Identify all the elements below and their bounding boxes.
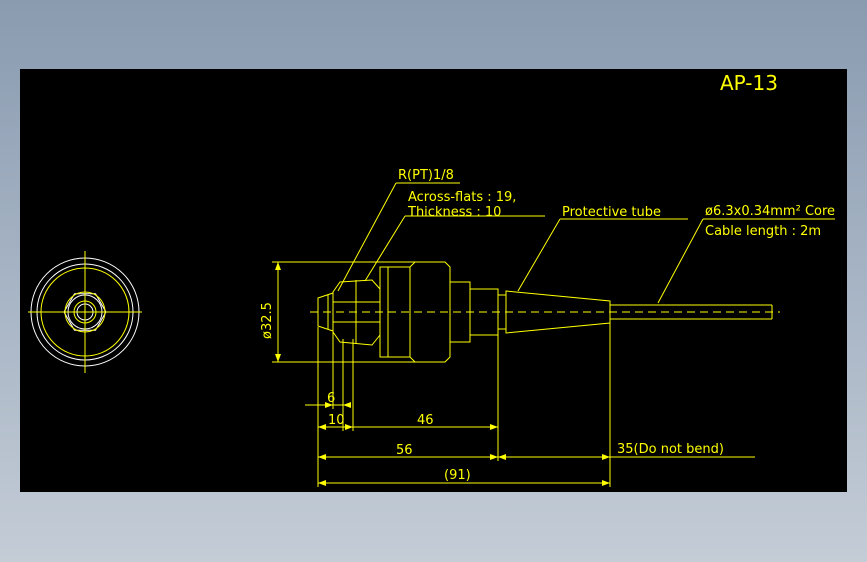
dim-56: 56 <box>396 443 413 458</box>
dim-6: 6 <box>327 391 335 406</box>
drawing-title: AP-13 <box>720 71 778 95</box>
side-view <box>310 261 780 363</box>
dim-35: 35(Do not bend) <box>617 442 724 457</box>
thread-label: R(PT)1/8 <box>398 168 454 183</box>
protective-tube-label: Protective tube <box>562 205 661 220</box>
leaders: R(PT)1/8 Across-flats : 19, Thickness : … <box>337 168 835 304</box>
drawing-canvas: AP-13 R(PT)1/8 Across-flats: 19, Thickn… <box>20 69 847 492</box>
cable-core-label: ø6.3x0.34mm² Core <box>705 204 835 219</box>
end-view <box>28 251 142 373</box>
across-flats-label: Across-flats : 19, <box>408 190 516 205</box>
cable-length-label: Cable length : 2m <box>705 224 821 239</box>
thickness-label: Thickness : 10 <box>407 205 501 220</box>
dim-91: (91) <box>444 468 471 483</box>
dim-diameter: ø32.5 <box>260 302 275 339</box>
dimensions: ø32.5 6 10 46 56 35(Do not bend) (91) <box>260 261 755 487</box>
dim-10: 10 <box>328 413 345 428</box>
dim-46: 46 <box>417 413 434 428</box>
cad-drawing: AP-13 R(PT)1/8 Across-flats: 19, Thickn… <box>28 71 835 487</box>
